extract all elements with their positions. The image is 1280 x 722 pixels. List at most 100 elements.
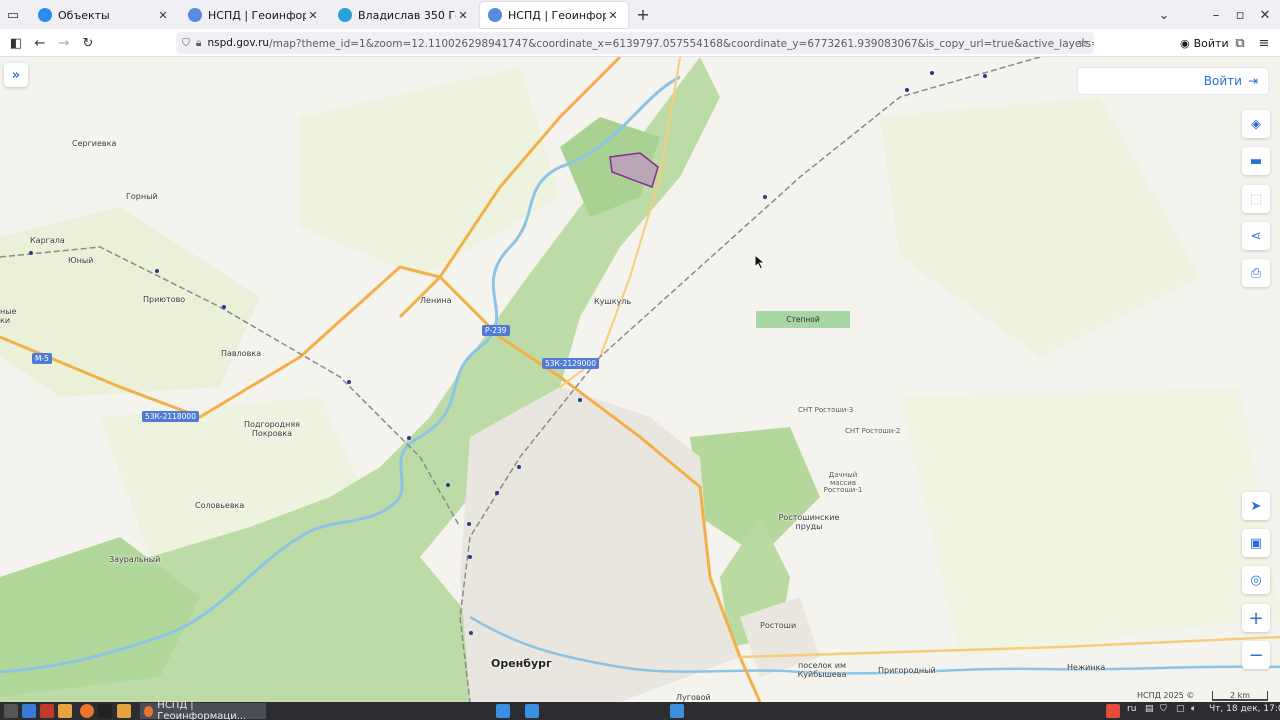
layers-button[interactable]: ◈ — [1242, 110, 1270, 138]
folder-icon[interactable] — [58, 704, 72, 718]
print-button[interactable]: ⎙ — [1242, 259, 1270, 287]
ruler-button[interactable]: ▬ — [1242, 147, 1270, 175]
terminal-icon[interactable] — [98, 704, 112, 718]
place-label: СНТ Ростоши-2 — [845, 427, 901, 435]
close-icon[interactable]: ✕ — [606, 9, 620, 22]
tab-title: Владислав 350 Гектар — [358, 8, 456, 22]
tray-app-icon[interactable] — [670, 704, 684, 718]
url-path: /map?theme_id=1&zoom=12.110026298941747&… — [269, 37, 1094, 50]
tab-title: Объекты — [58, 8, 110, 22]
tab-nspd-1[interactable]: НСПД | Геоинформационн ✕ — [180, 2, 328, 28]
tab-list-icon[interactable]: ▭ — [4, 6, 22, 24]
extensions-icon[interactable]: ⧉ — [1230, 33, 1250, 53]
place-label: Оренбург — [491, 657, 552, 670]
shield-icon[interactable]: ⛉ — [1160, 704, 1167, 714]
close-icon[interactable]: ✕ — [306, 9, 320, 22]
place-label: Зауральный — [109, 555, 161, 564]
road-badge: 53К-2118000 — [142, 411, 199, 422]
close-icon[interactable]: ✕ — [156, 9, 170, 22]
minimap-button[interactable]: ▣ — [1242, 529, 1270, 557]
new-tab-button[interactable]: + — [634, 5, 652, 24]
maximize-button[interactable]: ▫ — [1231, 6, 1249, 24]
road-badge: Р-239 — [482, 325, 510, 336]
copyright: НСПД 2025 © — [1137, 691, 1195, 700]
share-button[interactable]: ⋖ — [1242, 222, 1270, 250]
place-label: Подгородняя Покровка — [244, 420, 300, 439]
tab-vladislav[interactable]: Владислав 350 Гектар ✕ — [330, 2, 478, 28]
road-badge: 53К-2129000 — [542, 358, 599, 369]
place-label: Приютово — [143, 295, 186, 304]
file-manager-icon[interactable] — [22, 704, 36, 718]
expand-panel-button[interactable]: » — [4, 63, 28, 87]
select-area-icon: ⬚ — [1249, 191, 1263, 207]
menu-icon[interactable]: ≡ — [1254, 33, 1274, 53]
place-label: поселок им Куйбышева — [797, 661, 847, 680]
print-icon: ⎙ — [1250, 265, 1262, 281]
select-area-button[interactable]: ⬚ — [1242, 185, 1270, 213]
tab-objects[interactable]: Объекты ✕ — [30, 2, 178, 28]
place-label: Ростоши — [760, 621, 797, 630]
place-label: Каргала — [30, 236, 65, 245]
place-label: Луговой — [676, 693, 711, 702]
window-icon[interactable]: ▢ — [1176, 704, 1185, 714]
lock-icon[interactable]: 🔒︎ — [196, 37, 202, 50]
firefox-icon — [144, 705, 154, 717]
volume-icon[interactable]: 🔈︎ — [1191, 704, 1196, 714]
plus-icon: + — [1248, 607, 1264, 629]
keyboard-layout[interactable]: ru — [1127, 704, 1136, 714]
globe-icon — [38, 8, 52, 22]
url-domain: nspd.gov.ru — [207, 37, 270, 49]
tab-nspd-active[interactable]: НСПД | Геоинформационн ✕ — [480, 2, 628, 28]
reload-button[interactable]: ↻ — [78, 33, 98, 53]
geolocation-button[interactable]: ◎ — [1242, 566, 1270, 594]
minimize-button[interactable]: – — [1207, 6, 1225, 24]
place-label: Горный — [126, 192, 158, 201]
tab-title: НСПД | Геоинформационн — [208, 8, 306, 22]
bookmark-star-icon[interactable]: ☆ — [1073, 33, 1093, 53]
zoom-in-button[interactable]: + — [1242, 604, 1270, 632]
zoom-out-button[interactable]: − — [1242, 641, 1270, 669]
close-icon[interactable]: ✕ — [456, 9, 470, 22]
minimap-icon: ▣ — [1249, 535, 1263, 551]
sidebar-icon[interactable]: ◧ — [6, 33, 26, 53]
place-label: Нежинка — [1067, 663, 1106, 672]
place-label: Степной — [756, 311, 850, 328]
url-bar[interactable]: ⛉ 🔒︎ nspd.gov.ru /map?theme_id=1&zoom=12… — [176, 32, 1094, 54]
location-pin-icon: ◎ — [1250, 572, 1262, 588]
forward-button[interactable]: → — [54, 33, 74, 53]
place-label: Пригородный — [878, 666, 936, 675]
share-icon: ⋖ — [1250, 228, 1262, 244]
place-label: ки — [0, 316, 11, 325]
close-window-button[interactable]: ✕ — [1256, 6, 1274, 24]
account-icon: ◉ — [1180, 36, 1190, 50]
taskbar-task-nspd[interactable]: НСПД | Геоинформаци... — [140, 700, 266, 722]
anydesk-icon[interactable] — [1106, 704, 1120, 718]
place-label: ные — [0, 307, 17, 316]
back-button[interactable]: ← — [30, 33, 50, 53]
clipboard-icon[interactable]: ▤ — [1145, 704, 1154, 714]
nav-bar: ◧ ← → ↻ ⛉ 🔒︎ nspd.gov.ru /map?theme_id=1… — [0, 29, 1280, 57]
firefox-icon[interactable] — [80, 704, 94, 718]
login-button[interactable]: Войти ⇥ — [1077, 67, 1269, 95]
settings-app-icon[interactable] — [40, 704, 54, 718]
locate-button[interactable]: ➤ — [1242, 492, 1270, 520]
map-canvas[interactable]: Сергиевка Горный Каргала Юный Приютово н… — [0, 57, 1280, 702]
minus-icon: − — [1248, 644, 1264, 666]
task-label: НСПД | Геоинформаци... — [157, 700, 247, 722]
shield-icon[interactable]: ⛉ — [182, 37, 190, 50]
tray-app-icon[interactable] — [496, 704, 510, 718]
tab-strip: ▭ Объекты ✕ НСПД | Геоинформационн ✕ Вла… — [0, 0, 1280, 29]
place-label: Сергиевка — [72, 139, 117, 148]
place-label: Павловка — [221, 349, 262, 358]
place-label: Ростошинские пруды — [778, 513, 840, 532]
chevron-down-icon[interactable]: ⌄ — [1155, 6, 1173, 24]
tray-app-icon[interactable] — [525, 704, 539, 718]
road-badge: М-5 — [32, 353, 52, 364]
account-label: Войти — [1193, 36, 1229, 50]
clock[interactable]: Чт, 18 дек, 17:01 — [1209, 704, 1280, 714]
nspd-icon — [488, 8, 502, 22]
nspd-icon — [188, 8, 202, 22]
account-button[interactable]: ◉ Войти — [1174, 33, 1235, 53]
folder-icon[interactable] — [117, 704, 131, 718]
apps-menu-icon[interactable] — [4, 704, 18, 718]
